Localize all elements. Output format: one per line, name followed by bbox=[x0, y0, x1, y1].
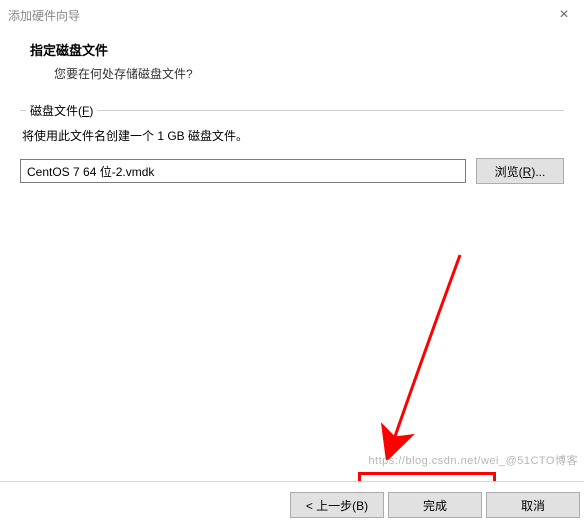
browse-button-label: 浏览(R)... bbox=[495, 165, 546, 179]
legend-text: 磁盘文件( bbox=[30, 104, 82, 118]
wizard-header: 指定磁盘文件 您要在何处存储磁盘文件? bbox=[0, 26, 584, 96]
cancel-button[interactable]: 取消 bbox=[486, 492, 580, 518]
finish-button[interactable]: 完成 bbox=[388, 492, 482, 518]
group-legend: 磁盘文件(F) bbox=[26, 102, 97, 119]
legend-close: ) bbox=[89, 104, 93, 118]
back-button[interactable]: < 上一步(B) bbox=[290, 492, 384, 518]
page-subtitle: 您要在何处存储磁盘文件? bbox=[30, 65, 574, 82]
annotation-arrow bbox=[370, 250, 480, 460]
file-input-row: 浏览(R)... bbox=[20, 158, 564, 184]
watermark-text: https://blog.csdn.net/wei_@51CTO博客 bbox=[368, 452, 578, 468]
disk-file-group: 磁盘文件(F) 将使用此文件名创建一个 1 GB 磁盘文件。 浏览(R)... bbox=[20, 110, 564, 204]
description-text: 将使用此文件名创建一个 1 GB 磁盘文件。 bbox=[22, 127, 564, 144]
window-title: 添加硬件向导 bbox=[8, 7, 80, 24]
wizard-button-bar: < 上一步(B) 完成 取消 bbox=[0, 481, 584, 528]
titlebar: 添加硬件向导 × bbox=[0, 0, 584, 26]
page-title: 指定磁盘文件 bbox=[30, 40, 574, 59]
disk-file-input[interactable] bbox=[20, 159, 466, 183]
close-icon[interactable]: × bbox=[552, 6, 576, 24]
browse-button[interactable]: 浏览(R)... bbox=[476, 158, 564, 184]
